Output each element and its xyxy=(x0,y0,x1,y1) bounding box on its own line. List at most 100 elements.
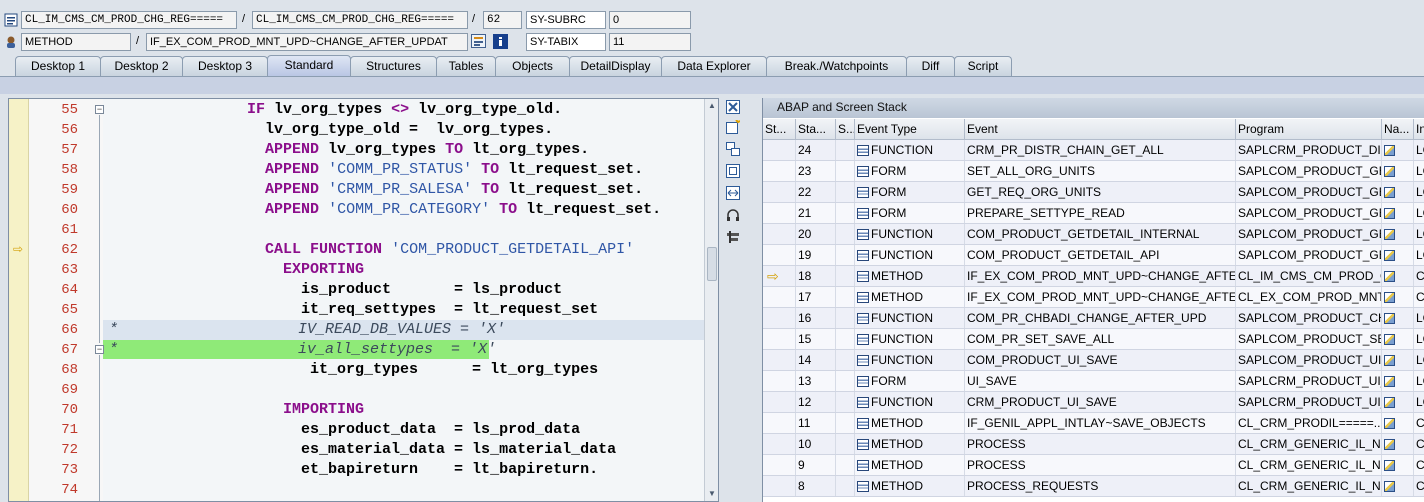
services-icon[interactable] xyxy=(725,208,741,224)
code-line[interactable]: 70 IMPORTING xyxy=(9,400,718,420)
code-line[interactable]: 62 CALL FUNCTION 'COM_PRODUCT_GETDETAIL_… xyxy=(9,240,718,260)
code-line[interactable]: 60 APPEND 'COMM_PR_CATEGORY' TO lt_reque… xyxy=(9,200,718,220)
code-line[interactable]: 65 it_req_settypes = lt_request_set xyxy=(9,300,718,320)
col-header-program[interactable]: Program xyxy=(1236,119,1382,140)
col-header-event[interactable]: Event xyxy=(965,119,1236,140)
sysvar-name-tabix[interactable]: SY-TABIX xyxy=(526,33,606,51)
code-line[interactable]: 59 APPEND 'CRMM_PR_SALESA' TO lt_request… xyxy=(9,180,718,200)
stack-row[interactable]: 21 FORM PREPARE_SETTYPE_READ SAPLCOM_PRODUC… xyxy=(763,203,1424,224)
navigate-source-icon[interactable] xyxy=(1384,208,1395,219)
code-vertical-scrollbar[interactable]: ▲ ▼ xyxy=(704,99,718,501)
col-header-status[interactable]: St... xyxy=(763,119,796,140)
stack-row[interactable]: 23 FORM SET_ALL_ORG_UNITS SAPLCOM_PRODUCT_G… xyxy=(763,161,1424,182)
resize-icon[interactable] xyxy=(725,186,741,202)
stack-row[interactable]: 24 FUNCTION CRM_PR_DISTR_CHAIN_GET_ALL SAPL… xyxy=(763,140,1424,161)
code-line[interactable]: 66 * IV_READ_DB_VALUES = 'X' xyxy=(9,320,718,340)
navigate-source-icon[interactable] xyxy=(1384,481,1395,492)
navigate-source-icon[interactable] xyxy=(1384,418,1395,429)
collapse-if-block-icon[interactable]: − xyxy=(95,105,104,114)
event-name-field[interactable]: IF_EX_COM_PROD_MNT_UPD~CHANGE_AFTER_UPDA… xyxy=(146,33,468,51)
stack-row[interactable]: 22 FORM GET_REQ_ORG_UNITS SAPLCOM_PRODUCT_G… xyxy=(763,182,1424,203)
code-line[interactable]: 61 xyxy=(9,220,718,240)
settings-tool-icon[interactable] xyxy=(725,230,741,246)
stack-row[interactable]: 9 METHODPROCESSCL_CRM_GENERIC_IL_NE... CL xyxy=(763,455,1424,476)
tab-objects[interactable]: Objects xyxy=(495,56,570,76)
tab-tables[interactable]: Tables xyxy=(436,56,496,76)
navigate-source-icon[interactable] xyxy=(1384,376,1395,387)
include-field[interactable]: CL_IM_CMS_CM_PROD_CHG_REG===== xyxy=(252,11,468,29)
stack-row[interactable]: 11 METHOD IF_GENIL_APPL_INTLAY~SAVE_OBJECT… xyxy=(763,413,1424,434)
sysvar-value-subrc[interactable]: 0 xyxy=(609,11,691,29)
navigate-source-icon[interactable] xyxy=(1384,397,1395,408)
tab-structures[interactable]: Structures xyxy=(350,56,437,76)
code-line[interactable]: 72 es_material_data = ls_material_data xyxy=(9,440,718,460)
col-header-stack-level[interactable]: Sta... xyxy=(796,119,836,140)
stack-row[interactable]: 12 FUNCTION CRM_PRODUCT_UI_SAVE SAPLCRM_PRO… xyxy=(763,392,1424,413)
stack-row[interactable]: 8 METHOD PROCESS_REQUESTS CL_CRM_GENERIC_IL… xyxy=(763,476,1424,497)
line-field[interactable]: 62 xyxy=(483,11,522,29)
stack-row[interactable]: ⇨ 18 METHOD IF_EX_COM_PROD_MNT_UPD~CHANGE_A… xyxy=(763,266,1424,287)
code-line[interactable]: 71 es_product_data = ls_prod_data xyxy=(9,420,718,440)
source-code-editor[interactable]: 55 IF lv_org_types <> lv_org_type_old. 56… xyxy=(8,98,719,502)
stack-row[interactable]: 17 METHOD IF_EX_COM_PROD_MNT_UPD~CHANGE_AF… xyxy=(763,287,1424,308)
tab-desktop-2[interactable]: Desktop 2 xyxy=(100,56,183,76)
navigate-source-icon[interactable] xyxy=(1384,145,1395,156)
code-line[interactable]: 63 EXPORTING xyxy=(9,260,718,280)
stack-row[interactable]: 10 METHODPROCESSCL_CRM_GENERIC_IL_NE... CL xyxy=(763,434,1424,455)
navigate-source-icon[interactable] xyxy=(1384,355,1395,366)
code-line[interactable]: 64 is_product = ls_product xyxy=(9,280,718,300)
navigate-source-icon[interactable] xyxy=(1384,334,1395,345)
navigate-source-icon[interactable] xyxy=(1384,439,1395,450)
tab-standard[interactable]: Standard xyxy=(267,55,351,76)
stack-row[interactable]: 15 FUNCTION COM_PR_SET_SAVE_ALL SAPLCOM_PRO… xyxy=(763,329,1424,350)
tab-data-explorer[interactable]: Data Explorer xyxy=(661,56,767,76)
tab-detail-display[interactable]: DetailDisplay xyxy=(569,56,662,76)
tab-diff[interactable]: Diff xyxy=(906,56,955,76)
sysvar-value-tabix[interactable]: 11 xyxy=(609,33,691,51)
code-line[interactable]: 67 * iv_all_settypes = 'X' xyxy=(9,340,718,360)
col-header-s[interactable]: S... xyxy=(836,119,855,140)
stack-row[interactable]: 14 FUNCTION COM_PRODUCT_UI_SAVE SAPLCOM_PRO… xyxy=(763,350,1424,371)
code-line[interactable]: 73 et_bapireturn = lt_bapireturn. xyxy=(9,460,718,480)
stack-row[interactable]: 19 FUNCTION COM_PRODUCT_GETDETAIL_API SAPLC… xyxy=(763,245,1424,266)
navigate-source-icon[interactable] xyxy=(1384,166,1395,177)
tab-desktop-1[interactable]: Desktop 1 xyxy=(15,56,101,76)
close-icon[interactable] xyxy=(725,100,741,116)
stack-row[interactable]: 20 FUNCTION COM_PRODUCT_GETDETAIL_INTERNAL… xyxy=(763,224,1424,245)
scroll-up-icon[interactable]: ▲ xyxy=(708,101,716,110)
stack-row[interactable]: 16 FUNCTION COM_PR_CHBADI_CHANGE_AFTER_UPD… xyxy=(763,308,1424,329)
stack-row[interactable]: 13 FORMUI_SAVESAPLCRM_PRODUCT_UI_... LC xyxy=(763,371,1424,392)
navigate-source-icon[interactable] xyxy=(1384,229,1395,240)
code-line[interactable]: 68 it_org_types = lt_org_types xyxy=(9,360,718,380)
code-line[interactable]: 74 xyxy=(9,480,718,500)
col-header-event-type[interactable]: Event Type xyxy=(855,119,965,140)
event-type-field[interactable]: METHOD xyxy=(21,33,131,51)
navigate-source-icon[interactable] xyxy=(1384,460,1395,471)
tab-break-watchpoints[interactable]: Break./Watchpoints xyxy=(766,56,907,76)
tab-desktop-3[interactable]: Desktop 3 xyxy=(182,56,268,76)
program-field[interactable]: CL_IM_CMS_CM_PROD_CHG_REG===== xyxy=(21,11,237,29)
code-line[interactable]: 56 lv_org_type_old = lv_org_types. xyxy=(9,120,718,140)
col-header-include[interactable]: In xyxy=(1414,119,1424,140)
code-line[interactable]: 55 IF lv_org_types <> lv_org_type_old. xyxy=(9,100,718,120)
collapse-call-block-icon[interactable]: − xyxy=(95,345,104,354)
navigate-source-icon[interactable] xyxy=(1384,250,1395,261)
stack-cell-navigate xyxy=(1382,308,1414,328)
navigate-icon[interactable] xyxy=(471,34,486,48)
navigate-source-icon[interactable] xyxy=(1384,292,1395,303)
code-line[interactable]: 69 xyxy=(9,380,718,400)
maximize-icon[interactable] xyxy=(725,164,741,180)
sysvar-name-subrc[interactable]: SY-SUBRC xyxy=(526,11,606,29)
col-header-navigate[interactable]: Na... xyxy=(1382,119,1414,140)
navigate-source-icon[interactable] xyxy=(1384,187,1395,198)
swap-tool-icon[interactable] xyxy=(725,142,741,158)
navigate-source-icon[interactable] xyxy=(1384,313,1395,324)
info-icon[interactable] xyxy=(493,34,508,49)
new-tool-icon[interactable] xyxy=(725,119,741,136)
scroll-down-icon[interactable]: ▼ xyxy=(708,489,716,498)
code-line[interactable]: 58 APPEND 'COMM_PR_STATUS' TO lt_request… xyxy=(9,160,718,180)
navigate-source-icon[interactable] xyxy=(1384,271,1395,282)
scroll-thumb[interactable] xyxy=(707,247,717,281)
code-line[interactable]: 57 APPEND lv_org_types TO lt_org_types. xyxy=(9,140,718,160)
tab-script[interactable]: Script xyxy=(954,56,1012,76)
